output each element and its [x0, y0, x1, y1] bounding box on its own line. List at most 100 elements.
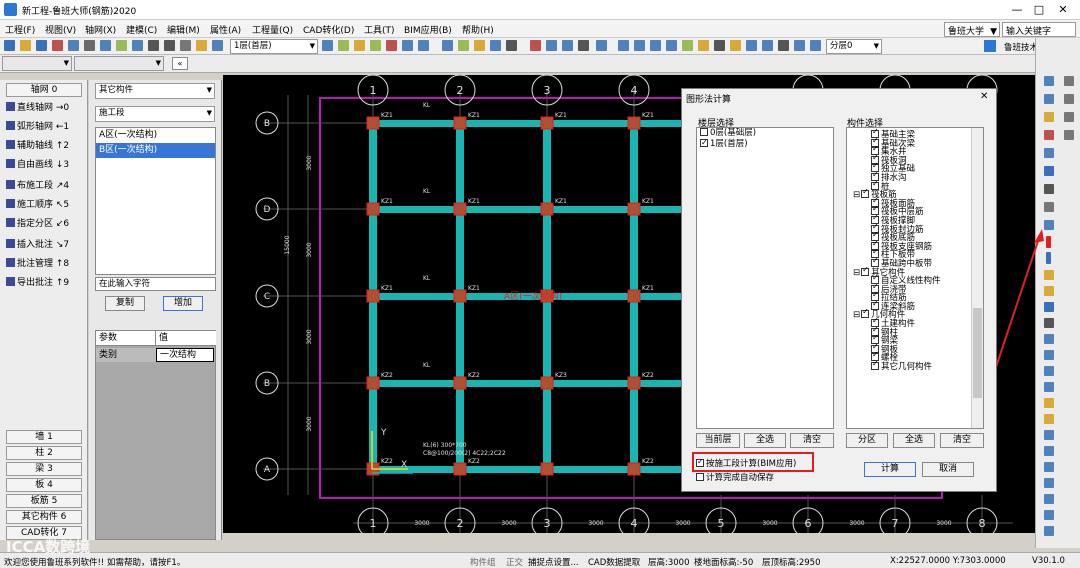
checkbox-icon[interactable]	[871, 257, 879, 267]
expand-icon[interactable]: ⊟	[853, 190, 860, 200]
list-item-selected[interactable]: B区(一次结构)	[96, 143, 215, 158]
category-other[interactable]: 其它构件 6	[6, 510, 82, 524]
right-tool-icon[interactable]	[1044, 478, 1054, 488]
calculate-button[interactable]: 计算	[864, 462, 916, 477]
tool-icon-11[interactable]	[506, 40, 517, 51]
checkbox-icon[interactable]	[696, 473, 704, 481]
tool-icon-15[interactable]	[578, 40, 589, 51]
filter-combo-1[interactable]: ▼	[2, 56, 72, 71]
zoom-in-icon[interactable]	[618, 40, 629, 51]
right-tool-icon[interactable]	[1064, 76, 1074, 86]
tool-icon-20[interactable]	[746, 40, 757, 51]
tool-icon-7[interactable]	[442, 40, 453, 51]
nav-item[interactable]: 弧形轴网 ←1	[6, 120, 86, 135]
tool-icon-22[interactable]	[778, 40, 789, 51]
right-tool-icon[interactable]	[1064, 130, 1074, 140]
list-item[interactable]: A区(一次结构)	[96, 128, 215, 143]
checkbox-icon[interactable]	[871, 360, 879, 371]
menu-file[interactable]: 工程(F)	[5, 23, 35, 36]
current-floor-button[interactable]: 当前层	[696, 433, 740, 448]
redo-icon[interactable]	[164, 40, 175, 51]
undo-icon[interactable]	[148, 40, 159, 51]
minimize-button[interactable]: —	[1010, 3, 1024, 17]
tree-item[interactable]: 独立基础	[849, 162, 969, 174]
menu-cad[interactable]: CAD转化(D)	[303, 23, 354, 36]
zoom-out-icon[interactable]	[634, 40, 645, 51]
expand-icon[interactable]: ⊟	[853, 268, 860, 278]
tree-item[interactable]: 土建构件	[849, 317, 969, 328]
close-button[interactable]: ✕	[1056, 3, 1070, 17]
tool-icon-24[interactable]	[810, 40, 821, 51]
category-beam[interactable]: 梁 3	[6, 462, 82, 476]
zoom-all-icon[interactable]	[666, 40, 677, 51]
pan-icon[interactable]	[682, 40, 693, 51]
right-tool-icon[interactable]	[1064, 112, 1074, 122]
tree-item[interactable]: 柱下板带	[849, 248, 969, 260]
add-button[interactable]: 增加	[163, 296, 203, 311]
tool-icon-21[interactable]	[762, 40, 773, 51]
binoculars-icon[interactable]	[1044, 184, 1054, 194]
right-tool-icon[interactable]	[1044, 76, 1054, 86]
copy-icon[interactable]	[84, 40, 95, 51]
category-wall[interactable]: 墙 1	[6, 430, 82, 444]
filter-combo-2[interactable]: ▼	[74, 56, 164, 71]
layer-icon[interactable]	[212, 40, 223, 51]
wrench-icon[interactable]	[1044, 414, 1054, 424]
right-tool-icon[interactable]	[1044, 430, 1054, 440]
checkbox-icon[interactable]	[700, 128, 708, 136]
right-tool-icon[interactable]	[1044, 94, 1054, 104]
component-sub-combo[interactable]: 施工段 ▼	[95, 106, 215, 122]
hammer-icon[interactable]	[1044, 398, 1054, 408]
right-tool-icon[interactable]	[1044, 446, 1054, 456]
cancel-button[interactable]: 取消	[922, 462, 974, 477]
nav-item[interactable]: 批注管理 ↑8	[6, 257, 86, 272]
right-tool-icon[interactable]	[1044, 462, 1054, 472]
search-input[interactable]: 在此输入字符	[95, 277, 216, 291]
tree-group[interactable]: ⊟筏板筋	[849, 188, 969, 200]
export-icon[interactable]	[116, 40, 127, 51]
tool-icon-3[interactable]	[354, 40, 365, 51]
tool-icon-5[interactable]	[402, 40, 413, 51]
tree-item[interactable]: 自定义线性构件	[849, 274, 969, 285]
tool-icon-8[interactable]	[458, 40, 469, 51]
category-slab-rebar[interactable]: 板筋 5	[6, 494, 82, 508]
tool-icon-23[interactable]	[794, 40, 805, 51]
tree-item[interactable]: 其它几何构件	[849, 360, 969, 371]
expand-icon[interactable]: ⊟	[853, 310, 860, 320]
menu-quantity[interactable]: 工程量(Q)	[252, 23, 293, 36]
nav-item[interactable]: 指定分区 ↙6	[6, 217, 86, 232]
cut-icon[interactable]	[180, 40, 191, 51]
right-tool-icon[interactable]	[1044, 166, 1054, 176]
import-icon[interactable]	[132, 40, 143, 51]
floor-item[interactable]: 0层(基础层)	[697, 128, 833, 139]
tree-item[interactable]: 钢板	[849, 343, 969, 354]
new-icon[interactable]	[4, 40, 15, 51]
checkbox-icon[interactable]	[861, 188, 870, 199]
print-icon[interactable]	[52, 40, 63, 51]
nav-item[interactable]: 布施工段 ↗4	[6, 179, 86, 194]
right-tool-icon[interactable]	[1044, 148, 1054, 158]
horizontal-scrollbar[interactable]	[223, 533, 1035, 541]
menu-model[interactable]: 建模(C)	[126, 23, 157, 36]
prop-category-value[interactable]: 一次结构	[156, 348, 214, 362]
category-slab[interactable]: 板 4	[6, 478, 82, 492]
tool-icon-13[interactable]	[546, 40, 557, 51]
tree-item[interactable]: 基础主梁	[849, 128, 969, 139]
tree-item[interactable]: 钢梁	[849, 334, 969, 346]
tree-item[interactable]: 筏板撑脚	[849, 214, 969, 225]
right-tool-icon[interactable]	[1044, 494, 1054, 504]
menu-attr[interactable]: 属性(A)	[210, 23, 241, 36]
tree-item[interactable]: 基础次梁	[849, 137, 969, 148]
tree-item[interactable]: 筏板中层筋	[849, 205, 969, 217]
save-icon[interactable]	[36, 40, 47, 51]
nav-axis-header[interactable]: 轴网 0	[6, 83, 82, 97]
right-tool-icon[interactable]	[1064, 94, 1074, 104]
tree-item[interactable]: 螺栓	[849, 351, 969, 363]
maximize-button[interactable]: □	[1032, 3, 1046, 17]
nav-item[interactable]: 辅助轴线 ↑2	[6, 139, 86, 154]
checkbox-icon[interactable]	[871, 180, 879, 190]
zoom-window-icon[interactable]	[650, 40, 661, 51]
tree-item[interactable]: 拉结筋	[849, 291, 969, 303]
keyword-search-input[interactable]: 输入关键字	[1002, 22, 1076, 37]
checkbox-icon[interactable]	[700, 137, 708, 148]
